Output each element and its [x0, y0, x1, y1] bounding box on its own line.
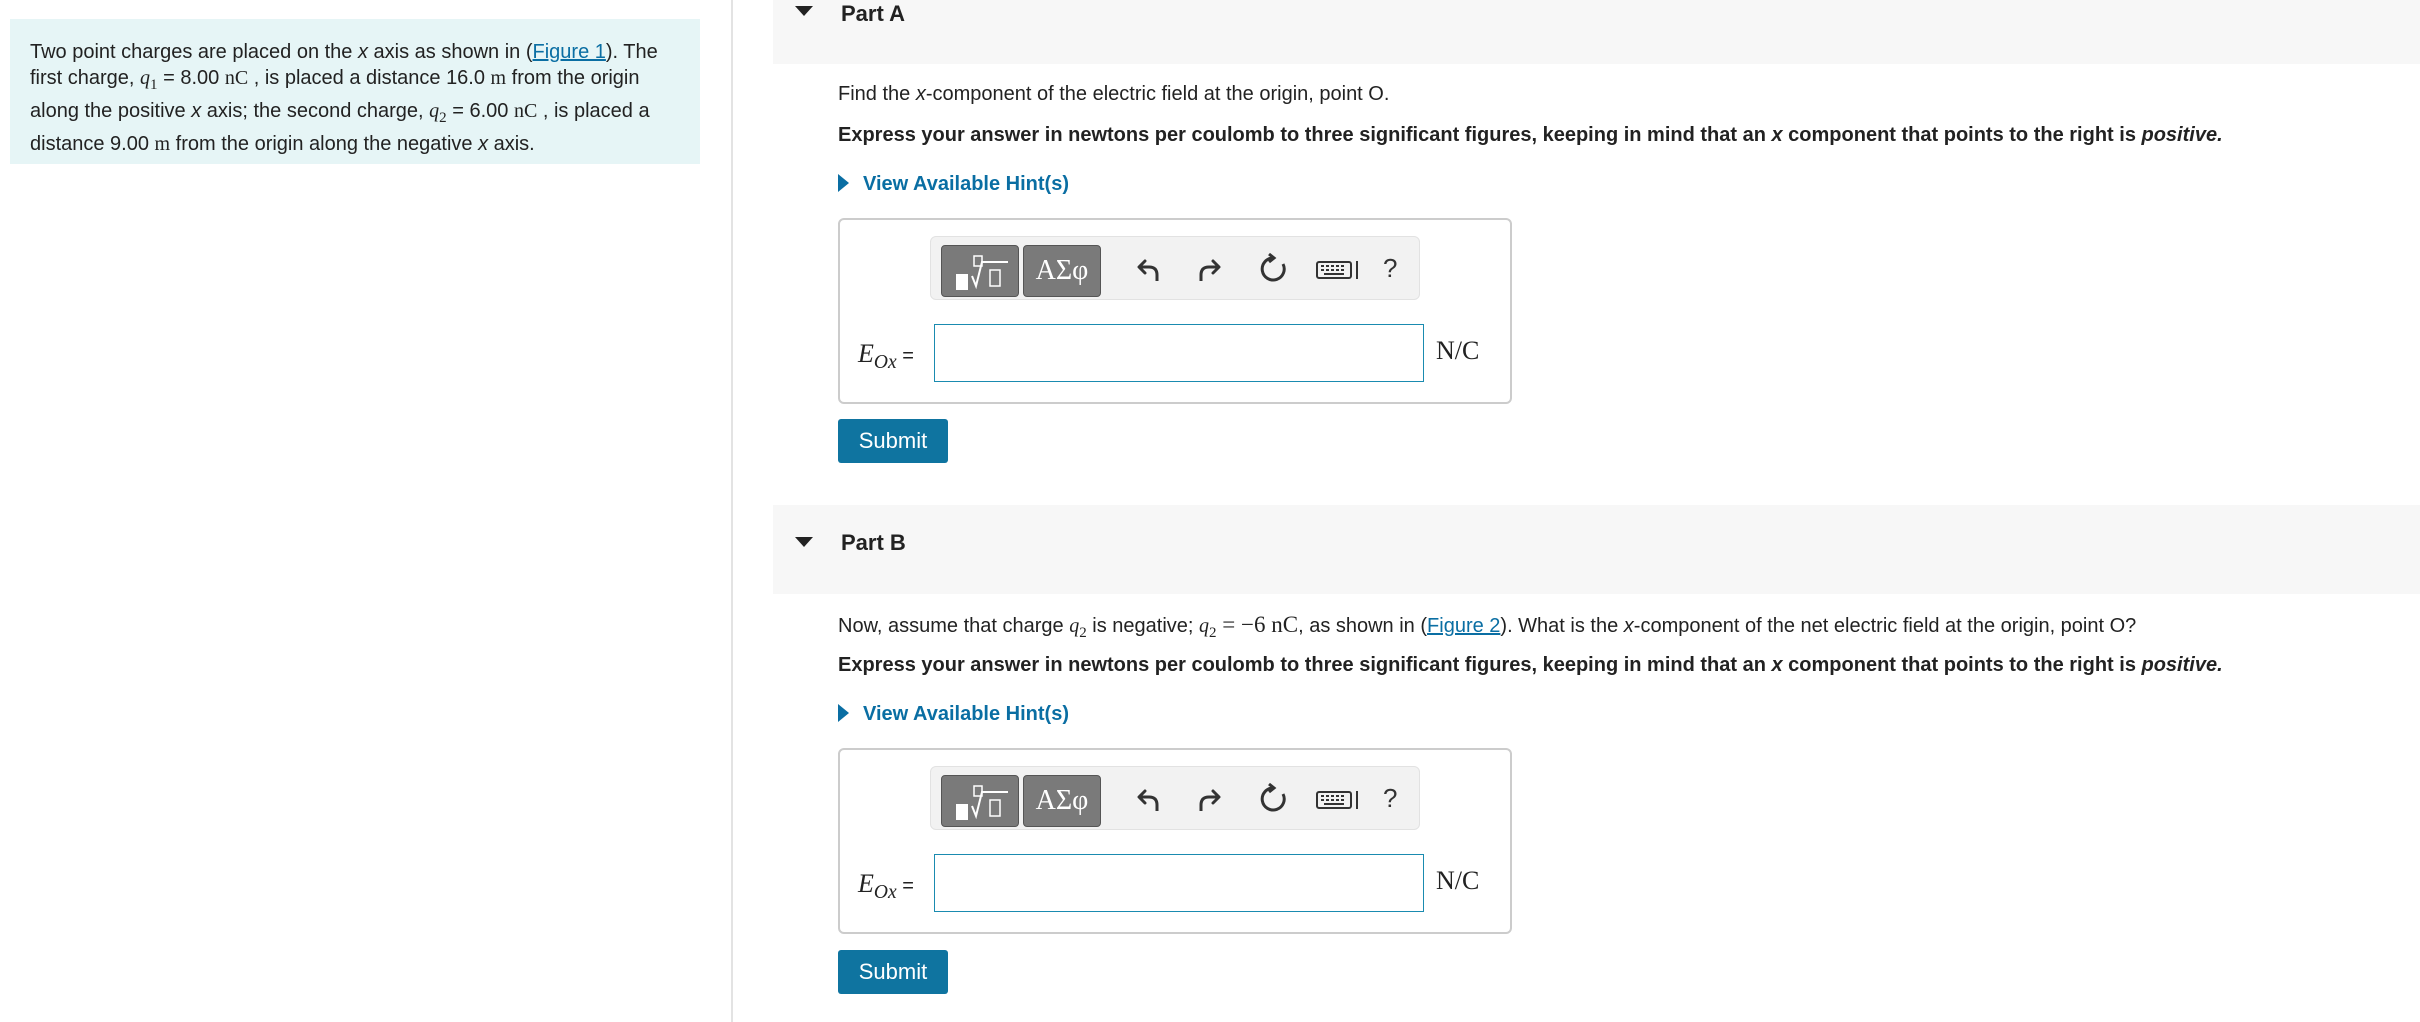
problem-text: axis; the second charge,	[201, 100, 430, 122]
problem-text: axis.	[488, 133, 535, 155]
symbols-button[interactable]: ΑΣφ	[1023, 775, 1101, 827]
var-x: x	[1623, 615, 1634, 637]
var-e: E	[858, 339, 874, 368]
problem-text: from the origin along the negative	[170, 133, 479, 155]
instruction-text: component that points to the right is	[1782, 654, 2142, 676]
unit-m: m	[154, 133, 171, 155]
help-button[interactable]: ?	[1383, 253, 1397, 284]
instruction-text: Express your answer in newtons per coulo…	[838, 124, 1772, 146]
reset-icon[interactable]	[1255, 781, 1291, 817]
equals-sign: =	[896, 345, 914, 367]
collapse-caret-icon[interactable]	[795, 6, 813, 16]
undo-icon[interactable]	[1129, 251, 1165, 287]
keyboard-icon[interactable]	[1315, 781, 1363, 817]
subscript: 2	[439, 110, 447, 126]
unit-label: N/C	[1436, 336, 1480, 365]
expand-triangle-icon	[838, 173, 849, 192]
part-a-instructions: Express your answer in newtons per coulo…	[838, 124, 2223, 147]
answer-input[interactable]	[934, 854, 1424, 912]
figure-1-link[interactable]: Figure 1	[533, 41, 606, 63]
var-x: x	[915, 83, 926, 105]
submit-button[interactable]: Submit	[838, 419, 948, 463]
templates-button[interactable]	[941, 775, 1019, 827]
var-q: q	[140, 67, 151, 89]
submit-button[interactable]: Submit	[838, 950, 948, 994]
math-toolbar: ΑΣφ ?	[930, 766, 1420, 830]
keyboard-icon[interactable]	[1315, 251, 1363, 287]
redo-icon[interactable]	[1193, 781, 1229, 817]
part-b-answer-box: ΑΣφ ? EOx = N/C	[838, 748, 1512, 934]
templates-button[interactable]	[941, 245, 1019, 297]
problem-statement: Two point charges are placed on the x ax…	[10, 19, 700, 164]
charge-value: = −6 nC	[1216, 612, 1299, 637]
question-text: Find the	[838, 83, 916, 105]
part-b-header[interactable]: Part B	[773, 505, 2420, 594]
expand-triangle-icon	[838, 703, 849, 722]
templates-icon	[956, 255, 1008, 290]
question-text: is negative;	[1086, 615, 1200, 637]
var-x: x	[1771, 654, 1783, 676]
column-divider	[731, 0, 733, 1022]
problem-text: = 6.00	[446, 100, 514, 122]
part-b-hint-toggle[interactable]: View Available Hint(s)	[838, 703, 1069, 726]
unit-m: m	[490, 67, 507, 89]
redo-icon[interactable]	[1193, 251, 1229, 287]
instruction-emphasis: positive.	[2141, 654, 2223, 676]
subscript: 1	[150, 77, 158, 93]
var-q: q	[1199, 615, 1210, 637]
question-text: -component of the electric field at the …	[925, 83, 1390, 105]
instruction-emphasis: positive.	[2141, 124, 2223, 146]
var-x: x	[358, 41, 368, 63]
answer-input[interactable]	[934, 324, 1424, 382]
answer-label: EOx =	[858, 868, 914, 904]
undo-icon[interactable]	[1129, 781, 1165, 817]
part-a-header[interactable]: Part A	[773, 0, 2420, 64]
hint-label: View Available Hint(s)	[863, 173, 1069, 195]
unit-label: N/C	[1436, 866, 1480, 895]
var-x: x	[1771, 124, 1783, 146]
part-b-question: Now, assume that charge q2 is negative; …	[838, 612, 2136, 642]
problem-text: Two point charges are placed on the	[30, 41, 358, 63]
part-a-question: Find the x-component of the electric fie…	[838, 83, 1389, 106]
part-b-title: Part B	[841, 530, 906, 555]
subscript: Ox	[873, 352, 897, 374]
part-a-hint-toggle[interactable]: View Available Hint(s)	[838, 173, 1069, 196]
templates-icon	[956, 785, 1008, 820]
var-q: q	[429, 100, 440, 122]
var-x: x	[191, 100, 202, 122]
unit-nc: nC	[513, 100, 538, 122]
question-text: , as shown in (	[1298, 615, 1428, 637]
subscript: 2	[1079, 625, 1087, 641]
collapse-caret-icon[interactable]	[795, 537, 813, 547]
help-button[interactable]: ?	[1383, 783, 1397, 814]
subscript: Ox	[873, 882, 897, 904]
figure-2-link[interactable]: Figure 2	[1427, 615, 1500, 637]
instruction-text: component that points to the right is	[1782, 124, 2142, 146]
unit-nc: nC	[224, 67, 249, 89]
math-toolbar: ΑΣφ ?	[930, 236, 1420, 300]
problem-text: axis as shown in (	[368, 41, 533, 63]
question-text: ). What is the	[1500, 615, 1624, 637]
instruction-text: Express your answer in newtons per coulo…	[838, 654, 1772, 676]
answer-label: EOx =	[858, 338, 914, 374]
var-e: E	[858, 869, 874, 898]
subscript: 2	[1209, 625, 1217, 641]
part-b-instructions: Express your answer in newtons per coulo…	[838, 654, 2223, 677]
var-x: x	[478, 133, 489, 155]
part-a-title: Part A	[841, 1, 905, 26]
symbols-button[interactable]: ΑΣφ	[1023, 245, 1101, 297]
equals-sign: =	[896, 875, 914, 897]
question-text: -component of the net electric field at …	[1633, 615, 2137, 637]
var-q: q	[1069, 615, 1080, 637]
problem-text: = 8.00	[157, 67, 225, 89]
reset-icon[interactable]	[1255, 251, 1291, 287]
part-a-answer-box: ΑΣφ ? EOx = N/C	[838, 218, 1512, 404]
problem-text: , is placed a distance 16.0	[248, 67, 491, 89]
question-text: Now, assume that charge	[838, 615, 1070, 637]
hint-label: View Available Hint(s)	[863, 703, 1069, 725]
